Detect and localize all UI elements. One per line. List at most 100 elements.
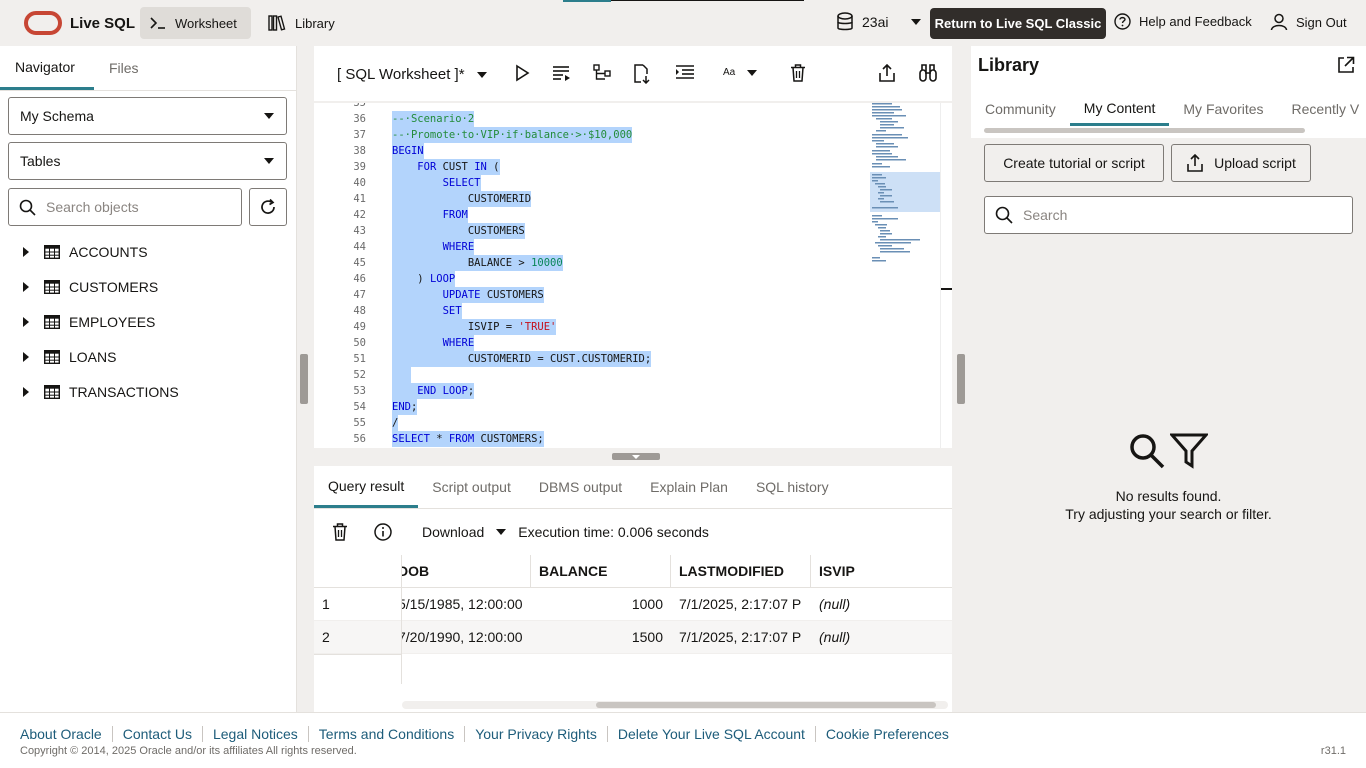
tab-my-content[interactable]: My Content xyxy=(1069,92,1170,126)
tab-my-favorites[interactable]: My Favorites xyxy=(1169,92,1277,126)
code-line[interactable]: 46 ) LOOP xyxy=(314,271,874,287)
code-text: ) LOOP xyxy=(392,271,456,287)
oracle-logo[interactable]: Live SQL xyxy=(24,11,135,35)
code-line[interactable]: 48 SET xyxy=(314,303,874,319)
column-header[interactable]: LASTMODIFIED xyxy=(671,555,811,588)
code-line[interactable]: 51 CUSTOMERID = CUST.CUSTOMERID; xyxy=(314,351,874,367)
tree-item-customers[interactable]: CUSTOMERS xyxy=(0,269,296,304)
expand-caret-icon[interactable] xyxy=(23,316,29,327)
footer-link-privacy[interactable]: Your Privacy Rights xyxy=(464,726,607,742)
footer-link-terms[interactable]: Terms and Conditions xyxy=(307,726,464,742)
code-line[interactable]: 55 / xyxy=(314,415,874,431)
column-header[interactable]: ISVIP xyxy=(811,555,952,588)
create-tutorial-button[interactable]: Create tutorial or script xyxy=(984,144,1164,182)
sign-out-link[interactable]: Sign Out xyxy=(1270,13,1347,31)
share-icon[interactable] xyxy=(878,64,896,82)
font-size-menu[interactable]: Aa xyxy=(723,67,758,78)
footer-link-delete-account[interactable]: Delete Your Live SQL Account xyxy=(606,726,815,742)
chevron-down-icon xyxy=(747,69,758,76)
download-menu[interactable]: Download xyxy=(422,524,507,540)
expand-caret-icon[interactable] xyxy=(23,281,29,292)
tree-item-transactions[interactable]: TRANSACTIONS xyxy=(0,374,296,409)
code-line[interactable]: 43 CUSTOMERS xyxy=(314,223,874,239)
code-line[interactable]: 47 UPDATE CUSTOMERS xyxy=(314,287,874,303)
tab-script-output[interactable]: Script output xyxy=(418,466,525,508)
code-line[interactable]: 36 --·Scenario·2 xyxy=(314,111,874,127)
scrollbar-thumb[interactable] xyxy=(596,702,936,708)
external-link-icon[interactable] xyxy=(1337,56,1355,74)
info-icon[interactable] xyxy=(374,523,392,541)
autotrace-icon[interactable] xyxy=(633,64,651,84)
library-search-input[interactable]: Search xyxy=(984,196,1353,234)
tab-dbms-output[interactable]: DBMS output xyxy=(525,466,636,508)
tabs-scrollbar[interactable] xyxy=(984,128,1305,133)
column-header[interactable]: DOB xyxy=(402,555,531,588)
code-line[interactable]: 39 FOR CUST IN ( xyxy=(314,159,874,175)
code-line[interactable]: 38 BEGIN xyxy=(314,143,874,159)
object-type-select[interactable]: Tables xyxy=(8,142,287,180)
scroll-position-marker xyxy=(941,288,952,290)
code-line[interactable]: 41 CUSTOMERID xyxy=(314,191,874,207)
editor-minimap[interactable] xyxy=(870,103,940,492)
nav-worksheet[interactable]: Worksheet xyxy=(140,7,251,39)
tree-item-employees[interactable]: EMPLOYEES xyxy=(0,304,296,339)
run-script-icon[interactable] xyxy=(552,64,572,82)
code-line[interactable]: 45 BALANCE > 10000 xyxy=(314,255,874,271)
worksheet-name-menu[interactable]: [ SQL Worksheet ]* xyxy=(337,66,487,83)
tab-navigator[interactable]: Navigator xyxy=(0,46,94,90)
tab-sql-history[interactable]: SQL history xyxy=(742,466,843,508)
explain-plan-icon[interactable] xyxy=(593,64,611,82)
line-number: 50 xyxy=(353,337,366,349)
code-editor[interactable]: 35 36 --·Scenario·2 37 --·Promote·to·VIP·if·… xyxy=(314,103,952,492)
footer-link-legal[interactable]: Legal Notices xyxy=(201,726,308,742)
upload-script-button[interactable]: Upload script xyxy=(1171,144,1311,182)
line-number: 35 xyxy=(353,103,366,109)
splitter-handle[interactable] xyxy=(300,354,308,404)
tab-community[interactable]: Community xyxy=(971,92,1070,126)
format-icon[interactable] xyxy=(675,64,695,80)
editor-results-splitter[interactable] xyxy=(314,448,952,466)
code-line[interactable]: 37 --·Promote·to·VIP·if·balance·>·$10,000 xyxy=(314,127,874,143)
code-line[interactable]: 54 END; xyxy=(314,399,874,415)
code-line[interactable]: 52 xyxy=(314,367,874,383)
footer-link-cookies[interactable]: Cookie Preferences xyxy=(814,726,959,742)
tree-item-loans[interactable]: LOANS xyxy=(0,339,296,374)
find-icon[interactable] xyxy=(919,64,937,82)
tab-explain-plan[interactable]: Explain Plan xyxy=(636,466,742,508)
code-line[interactable]: 56 SELECT * FROM CUSTOMERS; xyxy=(314,431,874,447)
code-line[interactable]: 50 WHERE xyxy=(314,335,874,351)
code-line[interactable]: 53 END LOOP; xyxy=(314,383,874,399)
nav-library[interactable]: Library xyxy=(258,7,345,39)
table-cell: 2 xyxy=(314,621,402,654)
db-version-select[interactable]: 23ai xyxy=(836,12,922,32)
empty-state-illustration xyxy=(1128,432,1208,470)
tab-query-result[interactable]: Query result xyxy=(314,466,419,508)
editor-scrollbar[interactable] xyxy=(940,103,952,492)
trash-icon[interactable] xyxy=(790,64,806,82)
help-feedback-link[interactable]: Help and Feedback xyxy=(1114,13,1252,30)
schema-select[interactable]: My Schema xyxy=(8,97,287,135)
tab-recently-viewed[interactable]: Recently V xyxy=(1278,92,1366,126)
refresh-button[interactable] xyxy=(249,188,287,226)
expand-caret-icon[interactable] xyxy=(23,246,29,257)
expand-caret-icon[interactable] xyxy=(23,351,29,362)
footer-link-contact[interactable]: Contact Us xyxy=(111,726,202,742)
code-line[interactable]: 49 ISVIP = 'TRUE' xyxy=(314,319,874,335)
code-line[interactable]: 44 WHERE xyxy=(314,239,874,255)
code-line[interactable]: 40 SELECT xyxy=(314,175,874,191)
run-icon[interactable] xyxy=(513,64,531,82)
tree-item-accounts[interactable]: ACCOUNTS xyxy=(0,234,296,269)
column-header[interactable]: BALANCE xyxy=(531,555,671,588)
expand-caret-icon[interactable] xyxy=(23,386,29,397)
code-line[interactable]: 42 FROM xyxy=(314,207,874,223)
search-objects-input[interactable]: Search objects xyxy=(8,188,242,226)
footer-link-about[interactable]: About Oracle xyxy=(20,726,112,742)
trash-icon[interactable] xyxy=(332,523,348,541)
splitter-handle[interactable] xyxy=(957,354,965,404)
code-line[interactable]: 35 xyxy=(314,103,874,111)
left-splitter[interactable] xyxy=(296,46,310,712)
tab-files[interactable]: Files xyxy=(94,46,154,90)
splitter-handle[interactable] xyxy=(612,453,660,460)
right-splitter[interactable] xyxy=(952,46,971,712)
return-classic-button[interactable]: Return to Live SQL Classic xyxy=(930,8,1106,39)
